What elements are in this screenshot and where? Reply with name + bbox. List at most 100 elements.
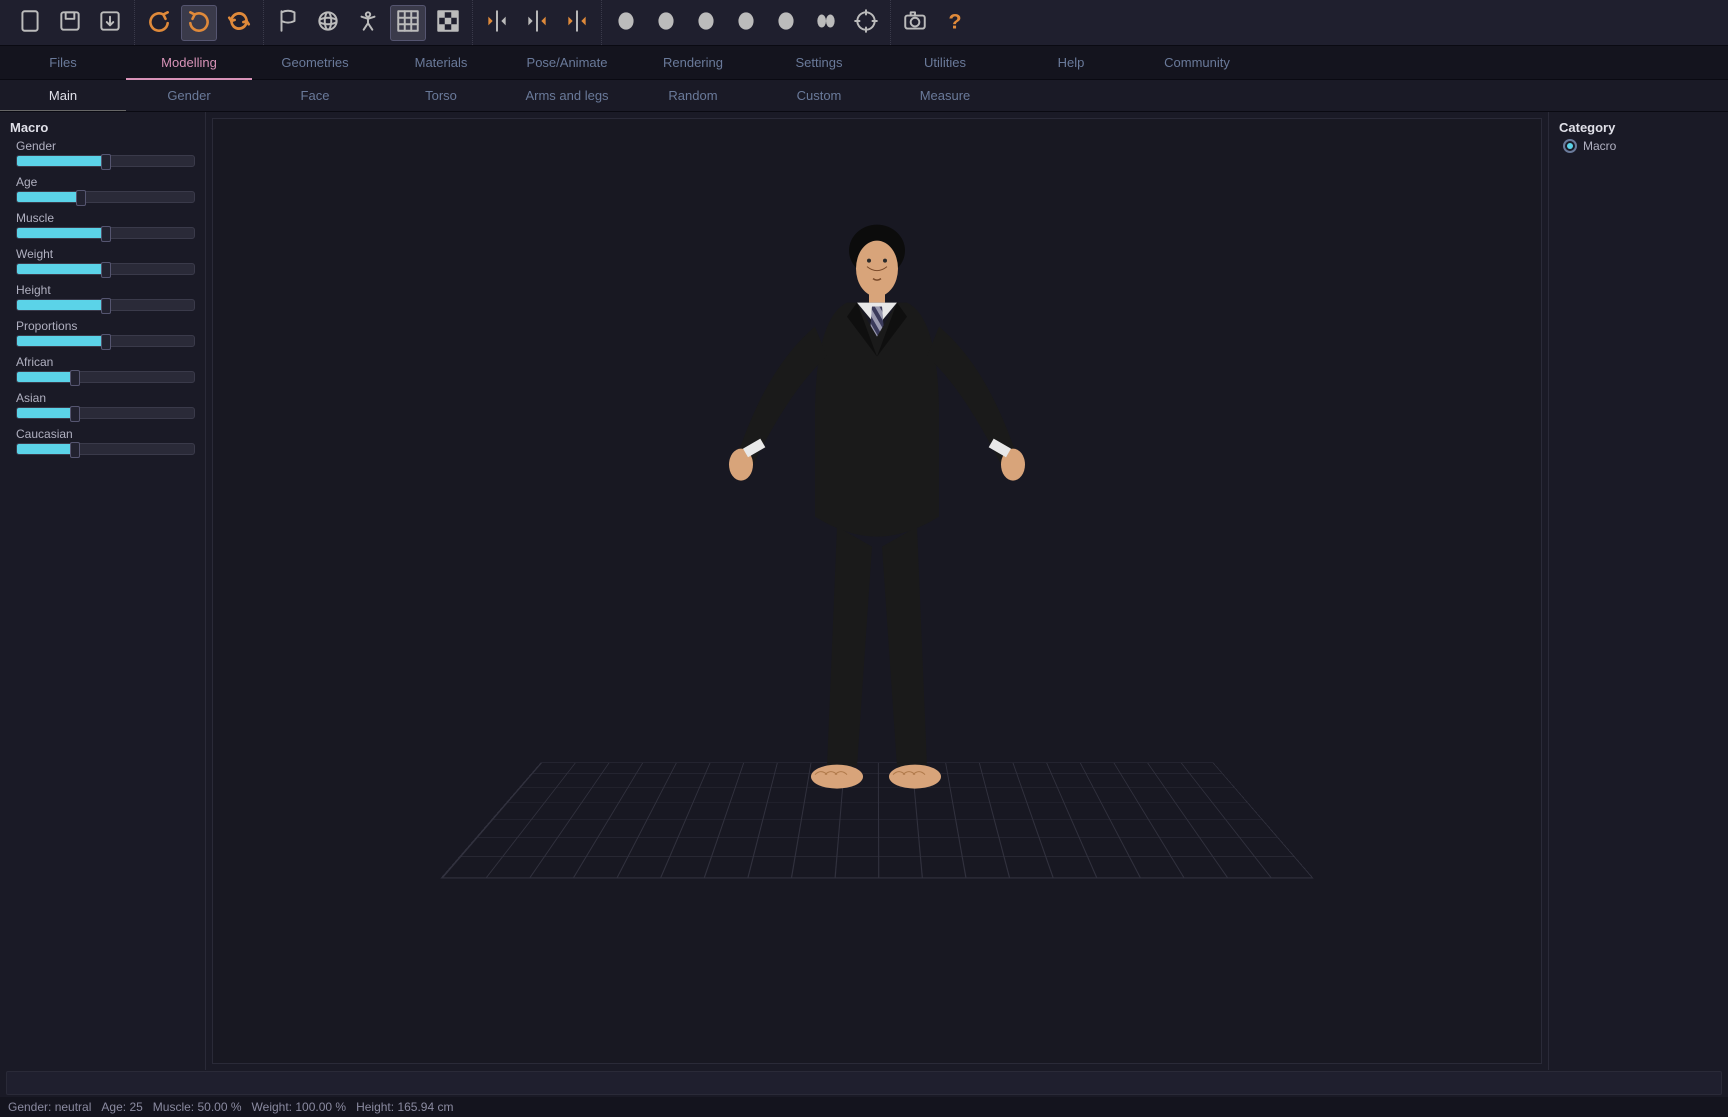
subtab-face[interactable]: Face <box>252 80 378 111</box>
mirror-both-button[interactable] <box>559 5 595 41</box>
mirror-v-icon <box>524 8 550 37</box>
subtab-custom[interactable]: Custom <box>756 80 882 111</box>
head-top-button[interactable] <box>768 5 804 41</box>
slider-track[interactable] <box>16 335 195 347</box>
slider-fill <box>17 300 106 310</box>
slider-list: GenderAgeMuscleWeightHeightProportionsAf… <box>10 139 195 455</box>
tab-rendering[interactable]: Rendering <box>630 46 756 79</box>
slider-track[interactable] <box>16 407 195 419</box>
toolbar-group <box>263 0 472 45</box>
status-height: Height: 165.94 cm <box>356 1100 453 1114</box>
head-side-button[interactable] <box>648 5 684 41</box>
camera-button[interactable] <box>897 5 933 41</box>
slider-track[interactable] <box>16 299 195 311</box>
subtab-gender[interactable]: Gender <box>126 80 252 111</box>
wireframe-sphere-button[interactable] <box>310 5 346 41</box>
slider-track[interactable] <box>16 263 195 275</box>
subtab-main[interactable]: Main <box>0 80 126 111</box>
subtab-torso[interactable]: Torso <box>378 80 504 111</box>
slider-thumb[interactable] <box>101 226 111 242</box>
checker-icon <box>435 8 461 37</box>
subtab-random[interactable]: Random <box>630 80 756 111</box>
slider-thumb[interactable] <box>101 262 111 278</box>
checker-button[interactable] <box>430 5 466 41</box>
slider-thumb[interactable] <box>70 406 80 422</box>
slider-thumb[interactable] <box>101 298 111 314</box>
radio-macro[interactable]: Macro <box>1559 139 1718 153</box>
status-weight: Weight: 100.00 % <box>252 1100 347 1114</box>
slider-label: Muscle <box>16 211 195 225</box>
subtab-arms-and-legs[interactable]: Arms and legs <box>504 80 630 111</box>
head-front-icon <box>613 8 639 37</box>
redo-button[interactable] <box>181 5 217 41</box>
toolbar-group: ? <box>890 0 979 45</box>
slider-track[interactable] <box>16 371 195 383</box>
head-back-icon <box>693 8 719 37</box>
command-input[interactable] <box>6 1071 1722 1095</box>
slider-thumb[interactable] <box>70 442 80 458</box>
head-side-icon <box>653 8 679 37</box>
slider-thumb[interactable] <box>101 154 111 170</box>
tab-files[interactable]: Files <box>0 46 126 79</box>
ears-icon <box>813 8 839 37</box>
head-back-button[interactable] <box>688 5 724 41</box>
slider-track[interactable] <box>16 155 195 167</box>
tab-modelling[interactable]: Modelling <box>126 46 252 79</box>
redo-icon <box>186 8 212 37</box>
toolbar-group <box>601 0 890 45</box>
export-button[interactable] <box>92 5 128 41</box>
radio-list: Macro <box>1559 139 1718 153</box>
ears-button[interactable] <box>808 5 844 41</box>
slider-fill <box>17 264 106 274</box>
target-icon <box>853 8 879 37</box>
reload-icon <box>226 8 252 37</box>
tab-materials[interactable]: Materials <box>378 46 504 79</box>
tab-community[interactable]: Community <box>1134 46 1260 79</box>
tab-utilities[interactable]: Utilities <box>882 46 1008 79</box>
tab-pose-animate[interactable]: Pose/Animate <box>504 46 630 79</box>
main-tabs: FilesModellingGeometriesMaterialsPose/An… <box>0 46 1728 80</box>
grid-button[interactable] <box>390 5 426 41</box>
camera-icon <box>902 8 928 37</box>
mirror-h-button[interactable] <box>479 5 515 41</box>
undo-icon <box>146 8 172 37</box>
viewport-3d[interactable] <box>212 118 1542 1064</box>
slider-thumb[interactable] <box>70 370 80 386</box>
target-button[interactable] <box>848 5 884 41</box>
toolbar-group <box>6 0 134 45</box>
head-front-button[interactable] <box>608 5 644 41</box>
flag-button[interactable] <box>270 5 306 41</box>
slider-fill <box>17 228 106 238</box>
toolbar: ? <box>0 0 1728 46</box>
save-button[interactable] <box>52 5 88 41</box>
slider-thumb[interactable] <box>76 190 86 206</box>
tab-settings[interactable]: Settings <box>756 46 882 79</box>
left-panel: Macro GenderAgeMuscleWeightHeightProport… <box>0 112 206 1070</box>
slider-label: Caucasian <box>16 427 195 441</box>
subtab-measure[interactable]: Measure <box>882 80 1008 111</box>
slider-label: Weight <box>16 247 195 261</box>
help-button[interactable]: ? <box>937 5 973 41</box>
slider-muscle: Muscle <box>10 211 195 239</box>
tab-geometries[interactable]: Geometries <box>252 46 378 79</box>
slider-track[interactable] <box>16 191 195 203</box>
mirror-h-icon <box>484 8 510 37</box>
pose-star-button[interactable] <box>350 5 386 41</box>
file-blank-button[interactable] <box>12 5 48 41</box>
status-gender: Gender: neutral <box>8 1100 91 1114</box>
scene <box>213 119 1541 1063</box>
slider-caucasian: Caucasian <box>10 427 195 455</box>
slider-gender: Gender <box>10 139 195 167</box>
tab-help[interactable]: Help <box>1008 46 1134 79</box>
mirror-v-button[interactable] <box>519 5 555 41</box>
head-34-button[interactable] <box>728 5 764 41</box>
body: Macro GenderAgeMuscleWeightHeightProport… <box>0 112 1728 1070</box>
reload-button[interactable] <box>221 5 257 41</box>
slider-track[interactable] <box>16 443 195 455</box>
file-blank-icon <box>17 8 43 37</box>
undo-button[interactable] <box>141 5 177 41</box>
slider-thumb[interactable] <box>101 334 111 350</box>
toolbar-group <box>472 0 601 45</box>
slider-track[interactable] <box>16 227 195 239</box>
slider-weight: Weight <box>10 247 195 275</box>
